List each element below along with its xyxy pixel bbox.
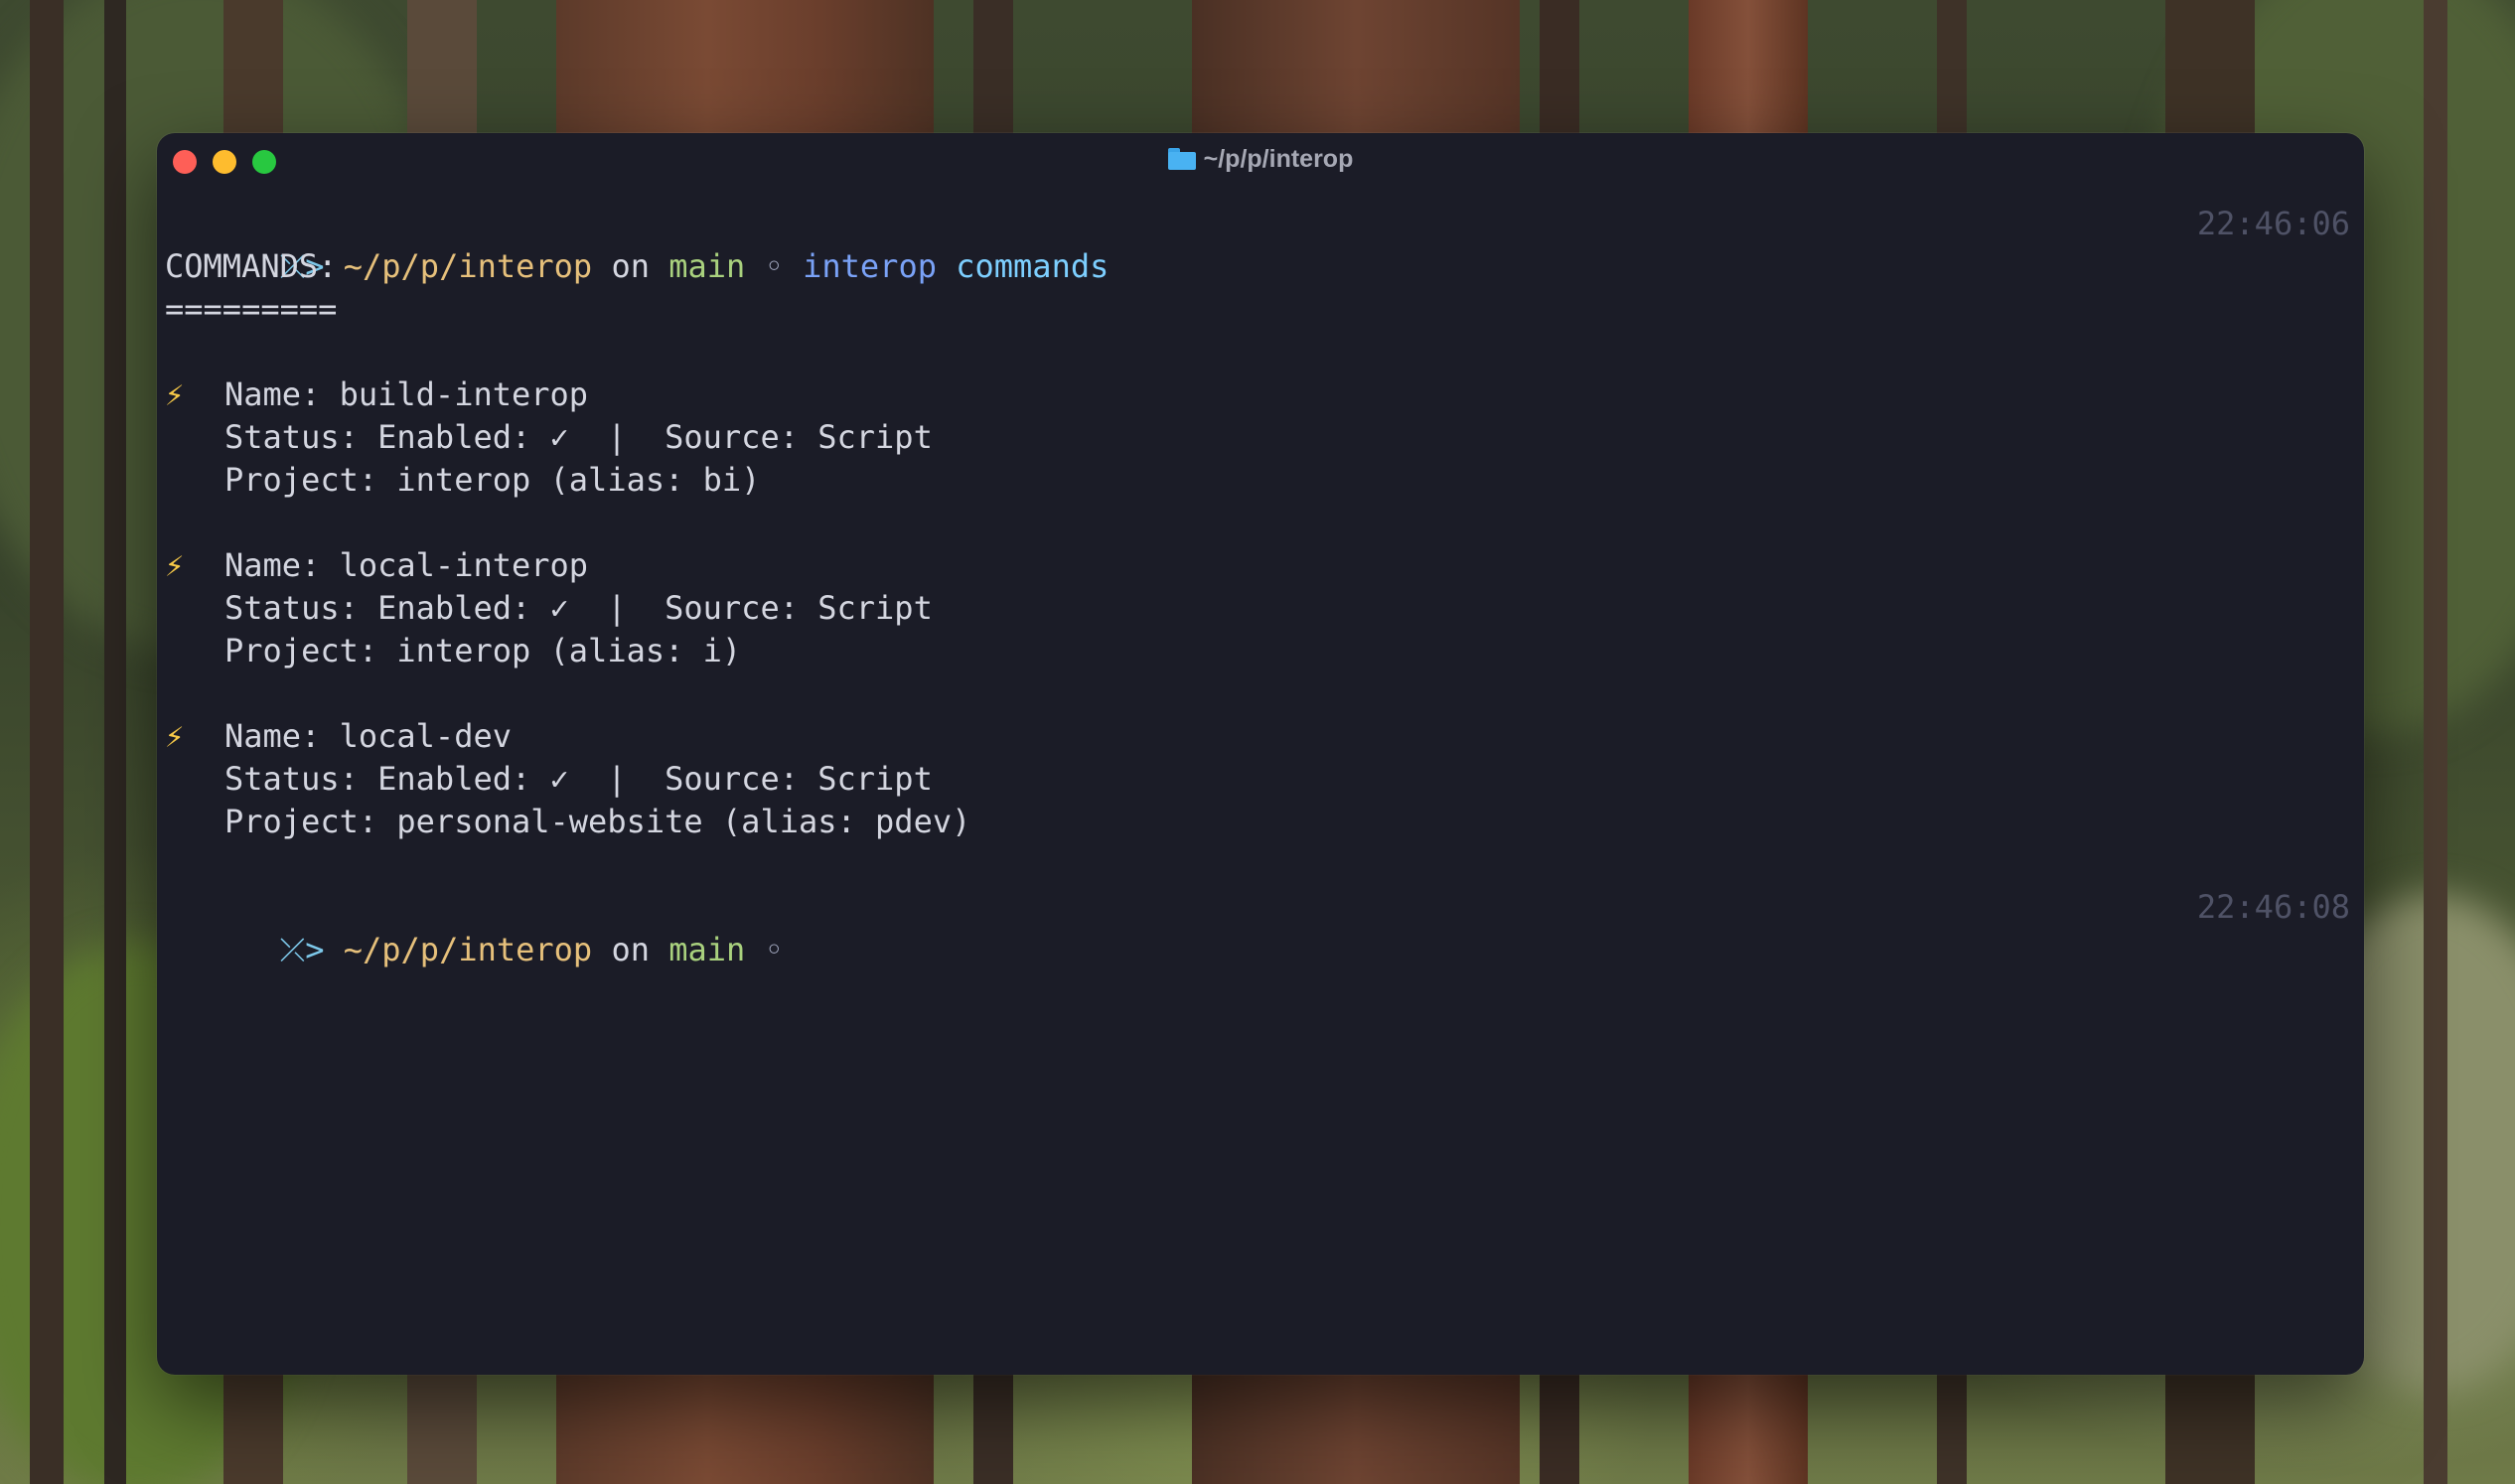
- command-status-line: Status: Enabled: ✓ | Source: Script: [224, 760, 933, 798]
- command-name-line: ⚡ Name: local-dev: [165, 715, 2350, 758]
- command-name-text: Name: local-interop: [224, 546, 589, 584]
- command-project-line: Project: interop (alias: bi): [224, 461, 761, 499]
- prompt-timestamp: 22:46:06: [2196, 205, 2350, 242]
- output-header: COMMANDS:: [165, 247, 338, 285]
- prompt-timestamp: 22:46:08: [2196, 888, 2350, 926]
- folder-icon: [1167, 148, 1196, 170]
- command-project-line: Project: personal-website (alias: pdev): [224, 803, 971, 840]
- prompt-symbol: ⤫>: [279, 931, 325, 968]
- prompt-line[interactable]: ⤫> ~/p/p/interop on main ◦ 22:46:08: [165, 886, 2350, 968]
- command-name-text: Name: local-dev: [224, 717, 512, 755]
- window-title-text: ~/p/p/interop: [1203, 145, 1354, 173]
- git-status-dot: ◦: [764, 931, 784, 968]
- lightning-bolt-icon: ⚡: [165, 717, 185, 755]
- prompt-line: ⤫> ~/p/p/interop on main ◦ interop comma…: [165, 203, 2350, 285]
- window-title: ~/p/p/interop: [157, 145, 2364, 174]
- command-status-line: Status: Enabled: ✓ | Source: Script: [224, 418, 933, 456]
- terminal-window[interactable]: ~/p/p/interop ⤫> ~/p/p/interop on main ◦…: [157, 133, 2364, 1375]
- command-status-line: Status: Enabled: ✓ | Source: Script: [224, 589, 933, 627]
- command-project-line: Project: interop (alias: i): [224, 632, 742, 669]
- prompt-path: ~/p/p/interop: [343, 931, 593, 968]
- prompt-on-text: on: [611, 931, 650, 968]
- terminal-output[interactable]: ⤫> ~/p/p/interop on main ◦ interop comma…: [165, 203, 2350, 968]
- command-name-line: ⚡ Name: build-interop: [165, 373, 2350, 416]
- output-underline: =========: [165, 290, 338, 328]
- lightning-bolt-icon: ⚡: [165, 546, 185, 584]
- title-bar[interactable]: ~/p/p/interop: [157, 133, 2364, 189]
- command-name-line: ⚡ Name: local-interop: [165, 544, 2350, 587]
- command-name-text: Name: build-interop: [224, 375, 589, 413]
- git-branch: main: [668, 931, 746, 968]
- lightning-bolt-icon: ⚡: [165, 375, 185, 413]
